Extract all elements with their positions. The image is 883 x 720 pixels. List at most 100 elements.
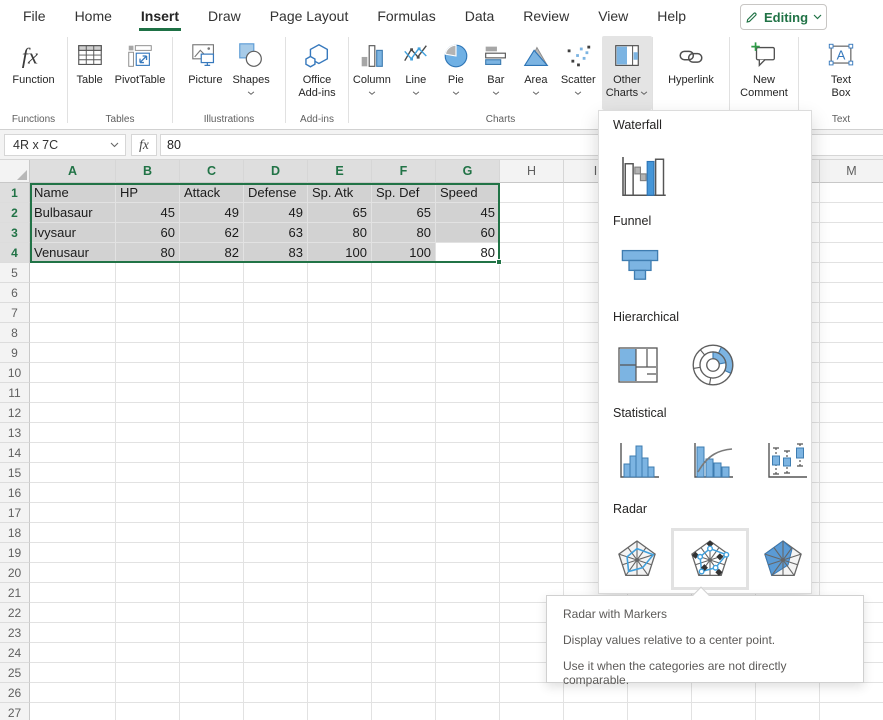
cell-D8[interactable] xyxy=(244,323,308,343)
cell-H27[interactable] xyxy=(500,703,564,720)
cell-C25[interactable] xyxy=(180,663,244,683)
cell-J27[interactable] xyxy=(628,703,692,720)
cell-B27[interactable] xyxy=(116,703,180,720)
cell-F6[interactable] xyxy=(372,283,436,303)
cell-E18[interactable] xyxy=(308,523,372,543)
tab-file[interactable]: File xyxy=(23,0,46,33)
cell-A14[interactable] xyxy=(30,443,116,463)
cell-B12[interactable] xyxy=(116,403,180,423)
cell-B15[interactable] xyxy=(116,463,180,483)
cell-F5[interactable] xyxy=(372,263,436,283)
row-header-19[interactable]: 19 xyxy=(0,543,30,563)
cell-E19[interactable] xyxy=(308,543,372,563)
cell-F22[interactable] xyxy=(372,603,436,623)
radar-with-markers-option[interactable] xyxy=(671,528,749,590)
cell-E23[interactable] xyxy=(308,623,372,643)
cell-M13[interactable] xyxy=(820,423,883,443)
cell-A18[interactable] xyxy=(30,523,116,543)
cell-F2[interactable]: 65 xyxy=(372,203,436,223)
cell-A6[interactable] xyxy=(30,283,116,303)
cell-B13[interactable] xyxy=(116,423,180,443)
tab-draw[interactable]: Draw xyxy=(208,0,241,33)
hyperlink-button[interactable]: Hyperlink xyxy=(664,36,718,89)
cell-M1[interactable] xyxy=(820,183,883,203)
cell-C12[interactable] xyxy=(180,403,244,423)
cell-G12[interactable] xyxy=(436,403,500,423)
cell-E20[interactable] xyxy=(308,563,372,583)
row-header-20[interactable]: 20 xyxy=(0,563,30,583)
cell-H17[interactable] xyxy=(500,503,564,523)
cell-H1[interactable] xyxy=(500,183,564,203)
tab-view[interactable]: View xyxy=(598,0,628,33)
cell-A1[interactable]: Name xyxy=(30,183,116,203)
cell-F13[interactable] xyxy=(372,423,436,443)
cell-M12[interactable] xyxy=(820,403,883,423)
cell-B19[interactable] xyxy=(116,543,180,563)
cell-B14[interactable] xyxy=(116,443,180,463)
cell-F24[interactable] xyxy=(372,643,436,663)
pareto-chart-option[interactable] xyxy=(687,436,737,484)
cell-F23[interactable] xyxy=(372,623,436,643)
cell-H4[interactable] xyxy=(500,243,564,263)
cell-F18[interactable] xyxy=(372,523,436,543)
treemap-chart-option[interactable] xyxy=(613,341,663,389)
cell-C16[interactable] xyxy=(180,483,244,503)
cell-B2[interactable]: 45 xyxy=(116,203,180,223)
cell-D2[interactable]: 49 xyxy=(244,203,308,223)
cell-F27[interactable] xyxy=(372,703,436,720)
sunburst-chart-option[interactable] xyxy=(687,340,739,390)
cell-A23[interactable] xyxy=(30,623,116,643)
column-header-B[interactable]: B xyxy=(116,160,180,183)
cell-H15[interactable] xyxy=(500,463,564,483)
cell-H10[interactable] xyxy=(500,363,564,383)
cell-H18[interactable] xyxy=(500,523,564,543)
cell-G1[interactable]: Speed xyxy=(436,183,500,203)
cell-H26[interactable] xyxy=(500,683,564,703)
cell-G9[interactable] xyxy=(436,343,500,363)
cell-E10[interactable] xyxy=(308,363,372,383)
cell-B22[interactable] xyxy=(116,603,180,623)
cell-E25[interactable] xyxy=(308,663,372,683)
cell-A5[interactable] xyxy=(30,263,116,283)
tab-data[interactable]: Data xyxy=(465,0,495,33)
cell-E16[interactable] xyxy=(308,483,372,503)
row-header-7[interactable]: 7 xyxy=(0,303,30,323)
cell-D4[interactable]: 83 xyxy=(244,243,308,263)
cell-C24[interactable] xyxy=(180,643,244,663)
cell-G8[interactable] xyxy=(436,323,500,343)
cell-A25[interactable] xyxy=(30,663,116,683)
cell-M9[interactable] xyxy=(820,343,883,363)
cell-E11[interactable] xyxy=(308,383,372,403)
cell-C26[interactable] xyxy=(180,683,244,703)
radar-chart-option[interactable] xyxy=(613,535,661,583)
cell-G15[interactable] xyxy=(436,463,500,483)
cell-G3[interactable]: 60 xyxy=(436,223,500,243)
cell-B25[interactable] xyxy=(116,663,180,683)
cell-F26[interactable] xyxy=(372,683,436,703)
cell-D22[interactable] xyxy=(244,603,308,623)
cell-M11[interactable] xyxy=(820,383,883,403)
cell-H8[interactable] xyxy=(500,323,564,343)
cell-G13[interactable] xyxy=(436,423,500,443)
cell-H20[interactable] xyxy=(500,563,564,583)
cell-M4[interactable] xyxy=(820,243,883,263)
cell-F7[interactable] xyxy=(372,303,436,323)
cell-E22[interactable] xyxy=(308,603,372,623)
pie-chart-button[interactable]: Pie xyxy=(437,36,475,98)
cell-C2[interactable]: 49 xyxy=(180,203,244,223)
cell-L27[interactable] xyxy=(756,703,820,720)
cell-A15[interactable] xyxy=(30,463,116,483)
column-header-E[interactable]: E xyxy=(308,160,372,183)
cell-A26[interactable] xyxy=(30,683,116,703)
box-whisker-chart-option[interactable] xyxy=(761,436,811,484)
tab-formulas[interactable]: Formulas xyxy=(377,0,435,33)
cell-G4[interactable]: 80 xyxy=(436,243,500,263)
cell-H3[interactable] xyxy=(500,223,564,243)
shapes-button[interactable]: Shapes xyxy=(228,36,273,98)
cell-C27[interactable] xyxy=(180,703,244,720)
row-header-15[interactable]: 15 xyxy=(0,463,30,483)
cell-G11[interactable] xyxy=(436,383,500,403)
cell-E6[interactable] xyxy=(308,283,372,303)
cell-G19[interactable] xyxy=(436,543,500,563)
cell-F9[interactable] xyxy=(372,343,436,363)
